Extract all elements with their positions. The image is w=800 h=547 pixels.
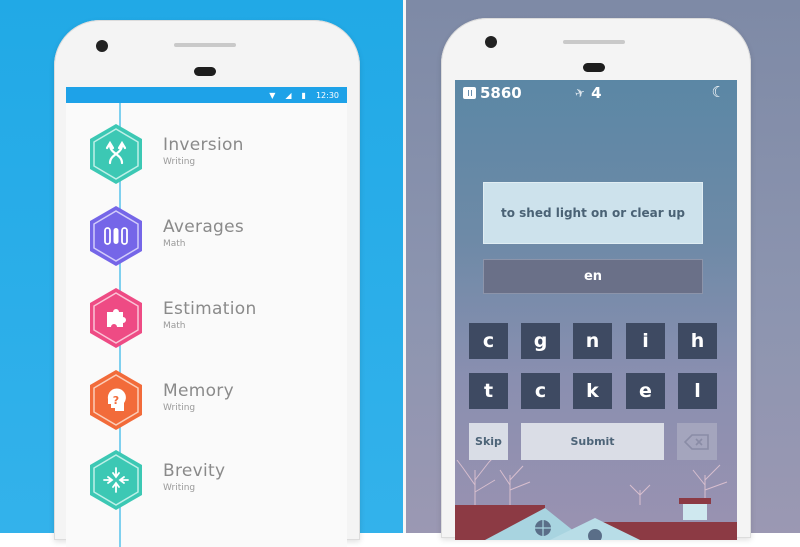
skill-name: Averages [163, 217, 245, 237]
letter-key[interactable]: c [469, 323, 508, 359]
letter-key[interactable]: h [678, 323, 717, 359]
bars-icon [88, 205, 144, 267]
wifi-icon: ▼ [269, 90, 276, 100]
moon-icon[interactable]: ☾ [712, 83, 725, 101]
skill-item-averages[interactable]: Averages Math [88, 205, 338, 267]
status-time: 12:30 [315, 90, 339, 100]
answer-field[interactable]: en [483, 259, 703, 294]
earpiece-speaker [174, 43, 236, 47]
streak-value: 4 [591, 84, 602, 102]
letter-key[interactable]: c [521, 373, 560, 409]
skill-name: Brevity [163, 461, 226, 481]
bird-icon: ✈ [572, 84, 588, 102]
crossing-arrows-icon [88, 123, 144, 185]
game-header: 5860 ✈ 4 ☾ [455, 80, 737, 106]
front-camera [485, 36, 497, 48]
submit-button[interactable]: Submit [521, 423, 664, 460]
skill-item-inversion[interactable]: Inversion Writing [88, 123, 338, 185]
skip-button[interactable]: Skip [469, 423, 508, 460]
letter-key[interactable]: n [573, 323, 612, 359]
left-phone: ▼ ◢ ▮ 12:30 Inversion Writing Averages M… [54, 20, 360, 547]
skill-name: Memory [163, 381, 234, 401]
backspace-icon [684, 433, 709, 450]
streak-display: ✈ 4 [572, 84, 602, 102]
proximity-sensor [194, 67, 216, 76]
puzzle-piece-icon [88, 287, 144, 349]
earpiece-speaker [563, 40, 625, 44]
letter-key[interactable]: e [626, 373, 665, 409]
right-phone: 5860 ✈ 4 ☾ to shed light on or clear up … [441, 18, 751, 540]
backspace-button[interactable] [677, 423, 717, 460]
skill-category: Writing [163, 483, 196, 493]
converging-arrows-icon [88, 449, 144, 511]
proximity-sensor [583, 63, 605, 72]
svg-text:?: ? [113, 394, 119, 407]
letter-key[interactable]: t [469, 373, 508, 409]
skill-category: Writing [163, 157, 196, 167]
skill-item-estimation[interactable]: Estimation Math [88, 287, 338, 349]
screenshot-collage: ▼ ◢ ▮ 12:30 Inversion Writing Averages M… [0, 0, 800, 547]
letter-key[interactable]: k [573, 373, 612, 409]
skill-category: Writing [163, 403, 196, 413]
book-icon [463, 87, 476, 99]
skill-item-memory[interactable]: ? Memory Writing [88, 369, 338, 431]
score-display: 5860 [463, 84, 522, 102]
front-camera [96, 40, 108, 52]
skill-item-brevity[interactable]: Brevity Writing [88, 449, 338, 511]
battery-icon: ▮ [301, 90, 306, 100]
letter-key[interactable]: l [678, 373, 717, 409]
skill-category: Math [163, 321, 186, 331]
head-question-icon: ? [88, 369, 144, 431]
word-game-screen: 5860 ✈ 4 ☾ to shed light on or clear up … [455, 80, 737, 540]
skills-screen: ▼ ◢ ▮ 12:30 Inversion Writing Averages M… [66, 87, 347, 547]
clue-card: to shed light on or clear up [483, 182, 703, 244]
skill-category: Math [163, 239, 186, 249]
skill-name: Inversion [163, 135, 244, 155]
letter-key[interactable]: g [521, 323, 560, 359]
rooftop-scenery-illustration [455, 460, 737, 540]
status-bar: ▼ ◢ ▮ 12:30 [66, 87, 347, 103]
skill-name: Estimation [163, 299, 257, 319]
signal-icon: ◢ [285, 90, 292, 100]
letter-key[interactable]: i [626, 323, 665, 359]
score-value: 5860 [480, 84, 522, 102]
